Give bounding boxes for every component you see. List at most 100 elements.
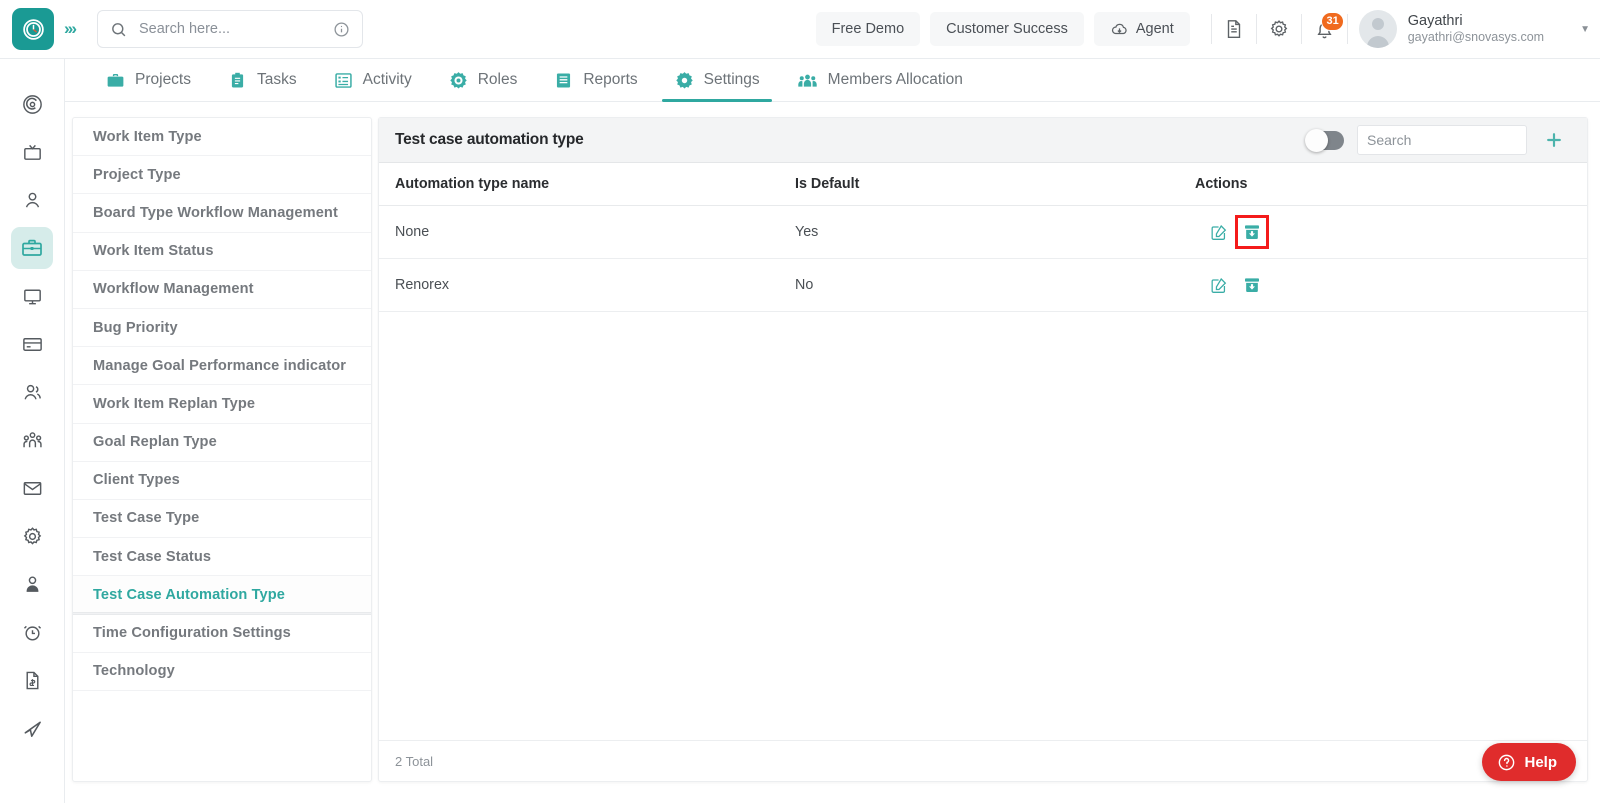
sidemenu-label: Technology bbox=[93, 663, 175, 680]
expand-sidebar-button[interactable]: ››› bbox=[64, 19, 77, 39]
sidemenu-item-work-item-type[interactable]: Work Item Type bbox=[73, 118, 371, 157]
global-search[interactable] bbox=[96, 10, 363, 48]
plus-icon bbox=[1547, 133, 1561, 147]
rail-item-users[interactable] bbox=[11, 371, 53, 413]
rail-item-person[interactable] bbox=[11, 179, 53, 221]
sidemenu-label: Bug Priority bbox=[93, 319, 178, 336]
chevron-down-icon[interactable]: ▼ bbox=[1580, 24, 1590, 35]
briefcase-icon bbox=[105, 70, 126, 91]
edit-pencil-icon[interactable] bbox=[1209, 223, 1228, 242]
target-gear-icon bbox=[448, 70, 469, 91]
tab-reports-label: Reports bbox=[583, 71, 638, 88]
sidemenu-label: Work Item Type bbox=[93, 128, 202, 145]
tab-roles-label: Roles bbox=[477, 71, 518, 88]
help-label: Help bbox=[1524, 753, 1557, 771]
invoice-icon bbox=[26, 671, 38, 689]
sidemenu-label: Work Item Status bbox=[93, 243, 214, 260]
notification-badge: 31 bbox=[1321, 11, 1344, 31]
tab-settings[interactable]: Settings bbox=[656, 59, 778, 102]
free-demo-button[interactable]: Free Demo bbox=[815, 12, 921, 46]
archive-down-icon[interactable] bbox=[1242, 275, 1262, 295]
tab-projects[interactable]: Projects bbox=[87, 59, 209, 102]
sidemenu-item-project-type[interactable]: Project Type bbox=[73, 156, 371, 195]
tab-members-allocation-label: Members Allocation bbox=[827, 71, 963, 88]
sidemenu-label: Manage Goal Performance indicator bbox=[93, 357, 347, 374]
app-logo[interactable] bbox=[12, 8, 54, 50]
sidemenu-item-technology[interactable]: Technology bbox=[73, 653, 371, 691]
rail-item-send[interactable] bbox=[11, 707, 53, 749]
rail-item-invoice[interactable] bbox=[11, 659, 53, 701]
agent-button[interactable]: Agent bbox=[1093, 12, 1190, 46]
rail-item-profile[interactable] bbox=[11, 563, 53, 605]
table-row: None Yes bbox=[379, 205, 1587, 259]
rail-item-tv[interactable] bbox=[11, 131, 53, 173]
cell-is-default: Yes bbox=[779, 205, 1179, 259]
credit-card-icon bbox=[22, 337, 42, 351]
target-icon bbox=[22, 94, 42, 114]
rail-item-target[interactable] bbox=[11, 83, 53, 125]
main-nav: Projects Tasks Activity Roles Reports Se… bbox=[65, 59, 1600, 102]
divider bbox=[1210, 14, 1212, 44]
notifications-button[interactable]: 31 bbox=[1313, 11, 1344, 41]
sidemenu-item-test-case-status[interactable]: Test Case Status bbox=[73, 538, 371, 577]
sidemenu-item-work-item-replan-type[interactable]: Work Item Replan Type bbox=[73, 385, 371, 424]
rail-item-timesheet[interactable] bbox=[11, 611, 53, 653]
sidemenu-item-test-case-automation-type[interactable]: Test Case Automation Type bbox=[73, 576, 371, 615]
sidemenu-item-work-item-status[interactable]: Work Item Status bbox=[73, 233, 371, 271]
tab-members-allocation[interactable]: Members Allocation bbox=[778, 59, 981, 102]
settings-side-menu: Work Item Type Project Type Board Type W… bbox=[72, 117, 372, 782]
add-automation-type-button[interactable] bbox=[1537, 123, 1571, 157]
briefcase-icon bbox=[22, 239, 42, 256]
sidemenu-label: Client Types bbox=[93, 472, 180, 489]
search-icon bbox=[112, 22, 126, 36]
divider bbox=[1300, 14, 1302, 44]
rail-item-mail[interactable] bbox=[11, 467, 53, 509]
sidemenu-label: Project Type bbox=[93, 166, 181, 183]
tab-projects-label: Projects bbox=[135, 71, 191, 88]
help-button[interactable]: Help bbox=[1482, 743, 1576, 781]
rail-item-billing[interactable] bbox=[11, 323, 53, 365]
edit-pencil-icon[interactable] bbox=[1209, 276, 1228, 295]
rail-item-settings[interactable] bbox=[11, 515, 53, 557]
col-header-actions: Actions bbox=[1179, 163, 1587, 206]
agent-label: Agent bbox=[1135, 21, 1174, 37]
sidemenu-item-workflow-management[interactable]: Workflow Management bbox=[73, 271, 371, 309]
tab-roles[interactable]: Roles bbox=[430, 59, 536, 102]
cell-actions bbox=[1179, 205, 1587, 259]
tv-icon bbox=[23, 144, 41, 160]
rail-item-projects[interactable] bbox=[11, 227, 53, 269]
list-box-icon bbox=[333, 70, 354, 91]
tab-tasks[interactable]: Tasks bbox=[209, 59, 315, 102]
sidemenu-item-client-types[interactable]: Client Types bbox=[73, 462, 371, 500]
user-name: Gayathri bbox=[1407, 13, 1463, 30]
gear-icon bbox=[23, 526, 41, 545]
gear-icon[interactable] bbox=[1268, 18, 1290, 40]
rail-item-monitor[interactable] bbox=[11, 275, 53, 317]
sidemenu-label: Workflow Management bbox=[93, 281, 254, 298]
sidemenu-item-manage-goal-performance-indicator[interactable]: Manage Goal Performance indicator bbox=[73, 347, 371, 386]
archive-down-icon[interactable] bbox=[1235, 215, 1269, 249]
gear-icon bbox=[674, 70, 695, 91]
divider bbox=[1255, 14, 1257, 44]
search-toggle[interactable] bbox=[1305, 128, 1344, 152]
tab-reports[interactable]: Reports bbox=[535, 59, 655, 102]
panel-search-input[interactable] bbox=[1357, 125, 1527, 155]
info-circle-icon[interactable] bbox=[333, 21, 350, 38]
customer-success-button[interactable]: Customer Success bbox=[930, 12, 1084, 46]
sidemenu-item-time-configuration-settings[interactable]: Time Configuration Settings bbox=[73, 614, 371, 653]
cell-automation-type-name: Renorex bbox=[379, 258, 779, 312]
sidemenu-label: Goal Replan Type bbox=[93, 434, 217, 451]
group-people-icon bbox=[22, 431, 42, 447]
search-input[interactable] bbox=[136, 20, 333, 38]
tab-settings-label: Settings bbox=[703, 71, 760, 88]
user-menu[interactable]: Gayathri gayathri@snovasys.com bbox=[1358, 10, 1544, 48]
sidemenu-item-board-type-workflow-management[interactable]: Board Type Workflow Management bbox=[73, 194, 371, 233]
document-icon[interactable] bbox=[1223, 18, 1245, 40]
divider bbox=[1346, 14, 1348, 44]
sidemenu-item-goal-replan-type[interactable]: Goal Replan Type bbox=[73, 424, 371, 462]
sidemenu-item-test-case-type[interactable]: Test Case Type bbox=[73, 500, 371, 539]
cell-is-default: No bbox=[779, 258, 1179, 312]
rail-item-group[interactable] bbox=[11, 419, 53, 461]
tab-activity[interactable]: Activity bbox=[315, 59, 430, 102]
sidemenu-item-bug-priority[interactable]: Bug Priority bbox=[73, 309, 371, 348]
